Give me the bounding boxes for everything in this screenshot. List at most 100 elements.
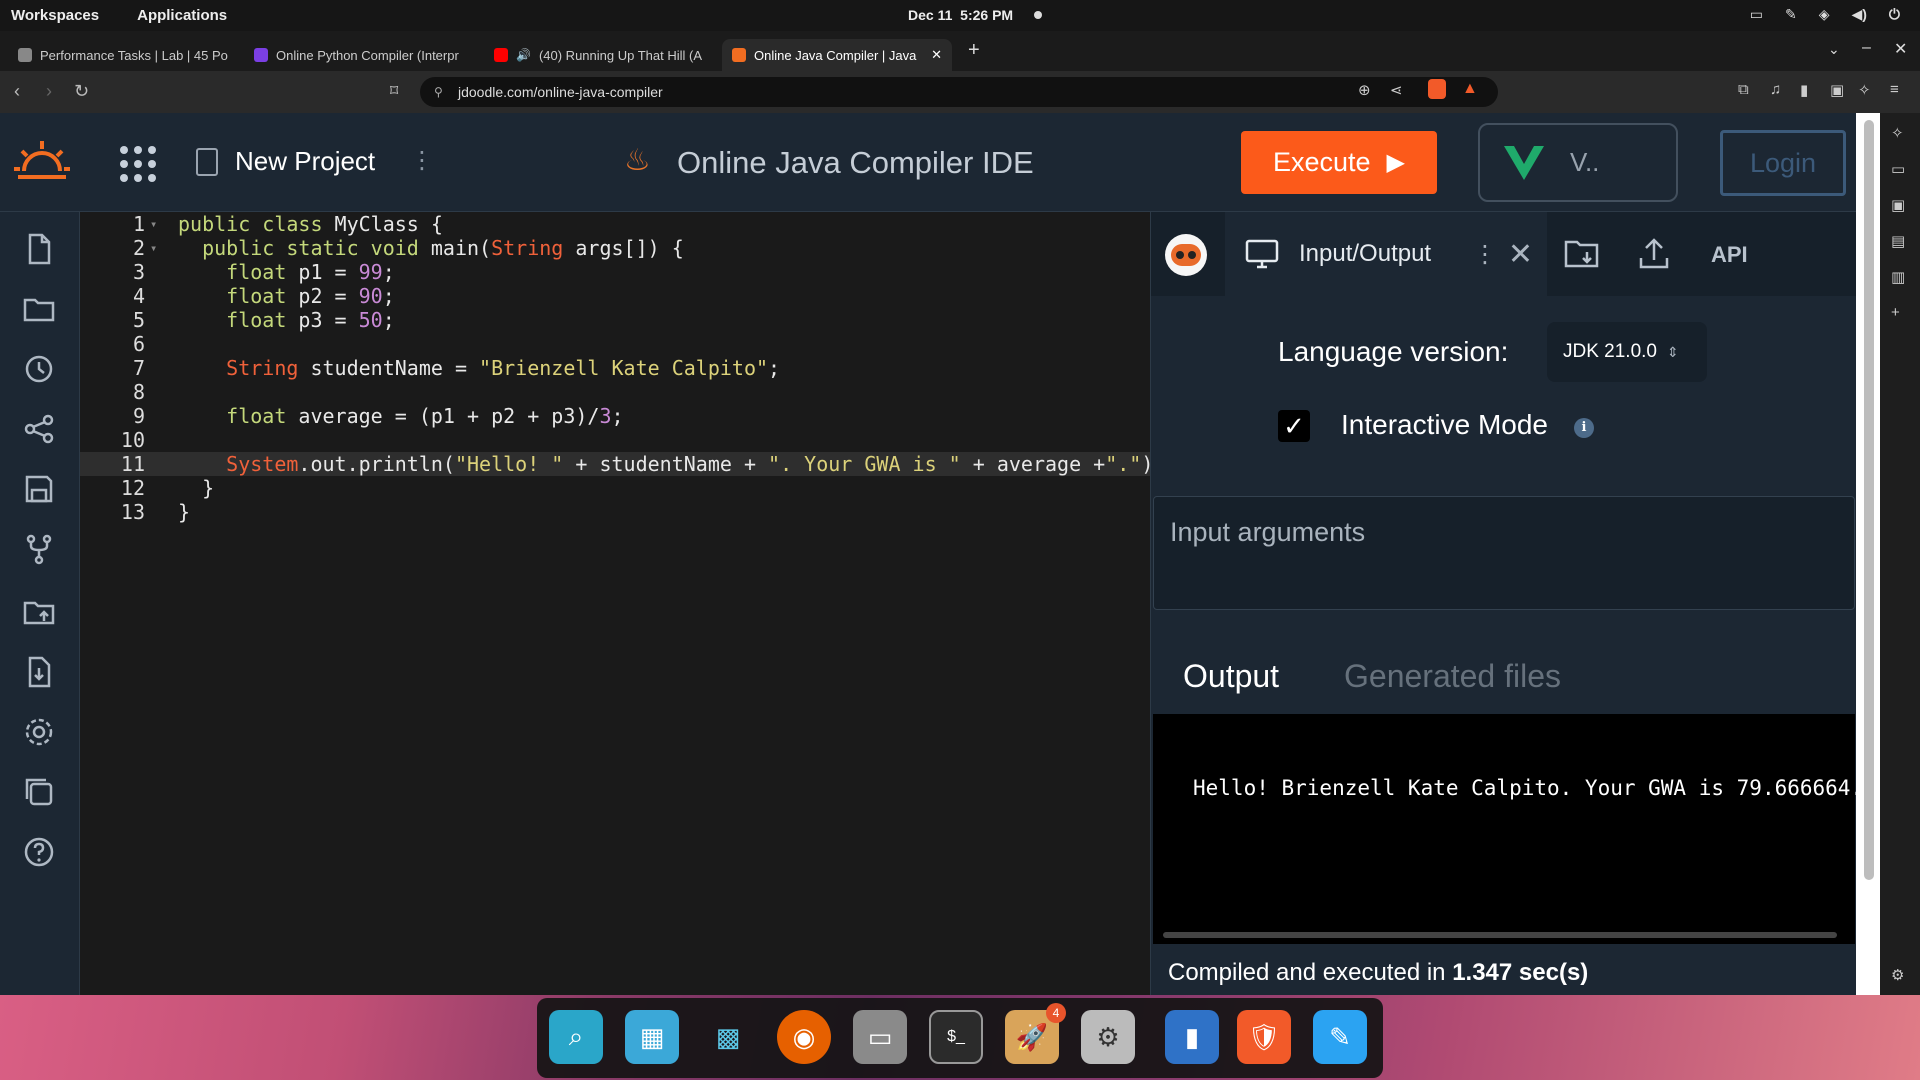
- upload-icon[interactable]: [1637, 236, 1671, 272]
- wallet-icon[interactable]: ▣: [1830, 81, 1844, 99]
- extensions-icon[interactable]: ⧉: [1738, 81, 1749, 98]
- sidebar-settings-icon[interactable]: ⚙: [1891, 966, 1904, 984]
- share-icon[interactable]: [22, 412, 56, 446]
- site-settings-icon[interactable]: ⚲: [434, 85, 443, 99]
- copy-icon[interactable]: [22, 775, 56, 809]
- ai-assistant-icon[interactable]: [1165, 234, 1207, 276]
- wallet-sidebar-icon[interactable]: ▣: [1891, 196, 1905, 214]
- fork-icon[interactable]: [22, 532, 56, 566]
- leo-sidebar-icon[interactable]: ✧: [1891, 124, 1904, 142]
- settings-app-icon[interactable]: ⚙: [1081, 1010, 1135, 1064]
- v-button[interactable]: V..: [1478, 123, 1678, 202]
- open-folder-icon[interactable]: [1563, 236, 1601, 272]
- brave-browser-icon[interactable]: 🛡: [1237, 1010, 1291, 1064]
- browser-tab-active[interactable]: Online Java Compiler | Java ✕: [722, 39, 952, 71]
- language-version-select[interactable]: JDK 21.0.0 ⇕: [1547, 322, 1707, 382]
- wifi-icon[interactable]: ◈: [1819, 6, 1830, 23]
- save-icon[interactable]: [22, 472, 56, 506]
- clock[interactable]: Dec 11 5:26 PM: [908, 7, 1013, 23]
- browser-tab[interactable]: Performance Tasks | Lab | 45 Po: [8, 39, 240, 71]
- tab-generated-files[interactable]: Generated files: [1344, 658, 1561, 695]
- code-editor[interactable]: 1 ▾ public class MyClass { 2 ▾ public stati…: [80, 212, 1223, 995]
- api-link[interactable]: API: [1711, 242, 1748, 268]
- zoom-icon[interactable]: ⊕: [1358, 81, 1371, 99]
- code-line[interactable]: 5 float p3 = 50;: [80, 308, 1150, 332]
- code-line[interactable]: 1 ▾ public class MyClass {: [80, 212, 1150, 236]
- code-line[interactable]: 2 ▾ public static void main(String args[]…: [80, 236, 1150, 260]
- display-icon[interactable]: ▭: [1750, 6, 1763, 23]
- page-scrollbar[interactable]: [1864, 120, 1874, 880]
- text-editor-icon[interactable]: ✎: [1313, 1010, 1367, 1064]
- power-icon[interactable]: ⏻: [1889, 6, 1900, 23]
- close-window-icon[interactable]: ✕: [1894, 39, 1907, 59]
- files-app-icon[interactable]: ▭: [853, 1010, 907, 1064]
- close-icon[interactable]: ✕: [1508, 237, 1533, 272]
- login-button[interactable]: Login: [1720, 130, 1846, 196]
- sidebar-toggle-icon[interactable]: ▮: [1800, 81, 1808, 99]
- tab-menu-icon[interactable]: ⋮: [1473, 240, 1497, 269]
- new-tab-button[interactable]: +: [968, 39, 980, 62]
- search-app-icon[interactable]: ⌕: [549, 1010, 603, 1064]
- tab-output[interactable]: Output: [1183, 658, 1279, 695]
- volume-icon[interactable]: ◀): [1851, 6, 1866, 23]
- forward-icon[interactable]: ›: [46, 81, 52, 102]
- firefox-icon[interactable]: ◉: [777, 1010, 831, 1064]
- terminal-app-icon[interactable]: $_: [929, 1010, 983, 1064]
- menu-icon[interactable]: ≡: [1890, 81, 1899, 98]
- download-file-icon[interactable]: [22, 655, 56, 689]
- reading-list-icon[interactable]: ▭: [1891, 160, 1905, 178]
- workspaces-app-icon[interactable]: ▦: [625, 1010, 679, 1064]
- add-sidebar-icon[interactable]: +: [1891, 304, 1900, 321]
- brave-rewards-icon[interactable]: ▲: [1462, 80, 1478, 98]
- info-icon[interactable]: i: [1574, 418, 1594, 438]
- bookmarks-sidebar-icon[interactable]: ▤: [1891, 232, 1905, 250]
- folder-icon[interactable]: [22, 292, 56, 326]
- applications-menu[interactable]: Applications: [137, 7, 227, 24]
- code-line[interactable]: 8: [80, 380, 1150, 404]
- code-line[interactable]: 9 float average = (p1 + p2 + p3)/3;: [80, 404, 1150, 428]
- apps-grid-icon[interactable]: [120, 146, 156, 182]
- code-line[interactable]: 12 }: [80, 476, 1150, 500]
- code-line[interactable]: 10: [80, 428, 1150, 452]
- browser-tab[interactable]: Online Python Compiler (Interpr: [244, 39, 476, 71]
- notebook-app-icon[interactable]: ▮: [1165, 1010, 1219, 1064]
- settings-gear-icon[interactable]: [22, 715, 56, 749]
- code-line[interactable]: 7 String studentName = "Brienzell Kate C…: [80, 356, 1150, 380]
- code-line-highlighted[interactable]: 11 System.out.println("Hello! " + studen…: [80, 452, 1165, 476]
- upload-folder-icon[interactable]: [22, 595, 56, 629]
- project-title[interactable]: New Project: [235, 146, 375, 177]
- code-line[interactable]: 13}: [80, 500, 1150, 524]
- code-line[interactable]: 6: [80, 332, 1150, 356]
- code-line[interactable]: 3 float p1 = 99;: [80, 260, 1150, 284]
- brave-shield-icon[interactable]: [1428, 79, 1446, 99]
- system-tray[interactable]: ▭ ✎ ◈ ◀) ⏻: [1750, 6, 1900, 23]
- audio-icon[interactable]: 🔊: [516, 48, 531, 62]
- media-icon[interactable]: ♫: [1770, 81, 1781, 98]
- project-menu-icon[interactable]: ⋮: [410, 146, 434, 175]
- reload-icon[interactable]: ↻: [74, 81, 89, 102]
- input-arguments-field[interactable]: Input arguments: [1153, 496, 1855, 610]
- browser-tab[interactable]: 🔊 (40) Running Up That Hill (A: [484, 39, 716, 71]
- history-sidebar-icon[interactable]: ▥: [1891, 268, 1905, 286]
- leo-icon[interactable]: ✧: [1858, 81, 1871, 99]
- url-field[interactable]: ⚲ jdoodle.com/online-java-compiler: [420, 77, 1498, 107]
- jdoodle-logo-icon[interactable]: [12, 137, 72, 187]
- execute-button[interactable]: Execute ▶: [1241, 131, 1437, 194]
- output-console[interactable]: Hello! Brienzell Kate Calpito. Your GWA …: [1153, 714, 1863, 944]
- tab-input-output[interactable]: Input/Output ⋮ ✕: [1225, 212, 1547, 296]
- tab-list-icon[interactable]: ⌄: [1828, 41, 1840, 58]
- app-library-icon[interactable]: ▩: [701, 1010, 755, 1064]
- close-tab-icon[interactable]: ✕: [931, 47, 942, 63]
- history-icon[interactable]: [22, 352, 56, 386]
- code-line[interactable]: 4 float p2 = 90;: [80, 284, 1150, 308]
- workspaces-menu[interactable]: Workspaces: [11, 7, 99, 24]
- bookmark-icon[interactable]: ⌑: [390, 81, 398, 101]
- help-icon[interactable]: [22, 835, 56, 869]
- notes-icon[interactable]: ✎: [1785, 6, 1797, 23]
- new-file-icon[interactable]: [22, 232, 56, 266]
- interactive-mode-checkbox[interactable]: ✓: [1278, 410, 1310, 442]
- share-icon[interactable]: ⋖: [1390, 81, 1403, 99]
- minimize-icon[interactable]: –: [1862, 39, 1871, 57]
- console-scrollbar[interactable]: [1163, 932, 1837, 938]
- back-icon[interactable]: ‹: [14, 81, 20, 102]
